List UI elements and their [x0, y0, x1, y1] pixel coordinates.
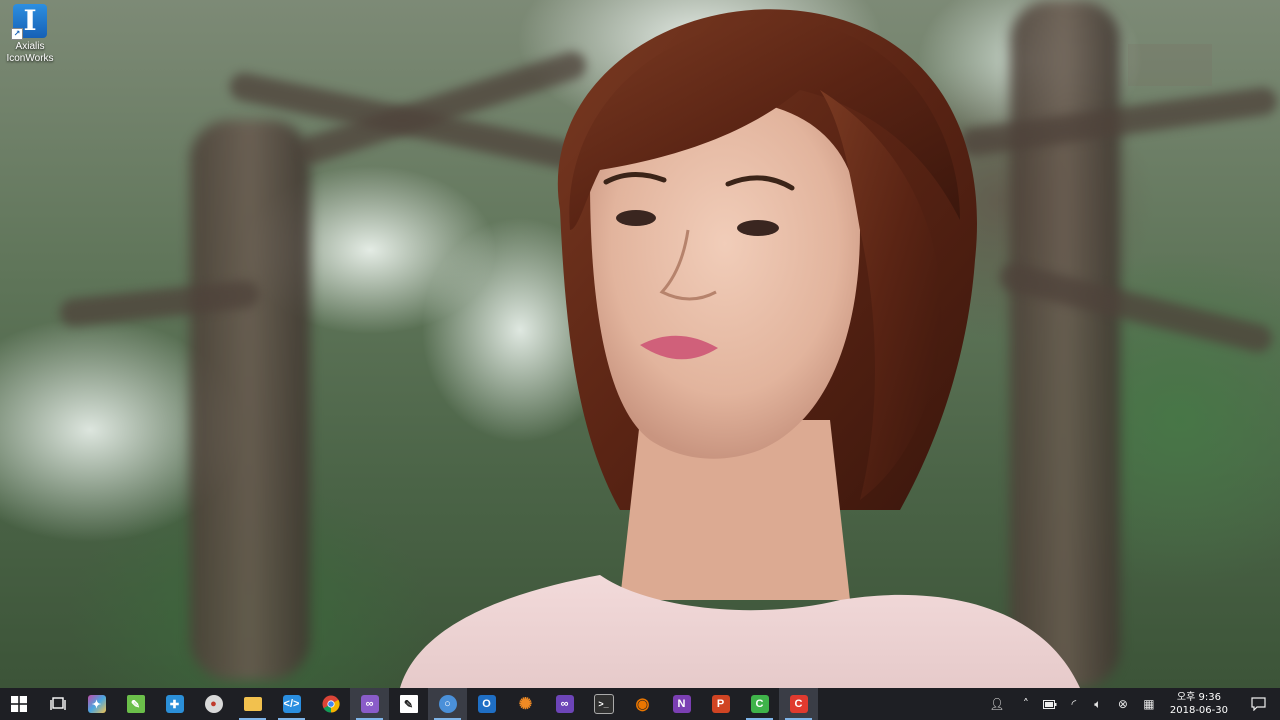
action-center-button[interactable] — [1236, 688, 1280, 720]
taskbar-app-file-explorer[interactable] — [233, 688, 272, 720]
notification-icon — [1250, 697, 1266, 711]
paint-palette-icon: ● — [204, 695, 223, 713]
status-button[interactable]: ⊗ — [1110, 688, 1136, 720]
ime-icon: ▦ — [1143, 697, 1155, 711]
taskbar: ✦ ✎ ✚ ● </> ∞ ✎ ○ O ✺ ∞ >_ ◉ N P C C 👤︎ … — [0, 688, 1280, 720]
portrait-photo — [400, 9, 1080, 688]
blender-icon: ◉ — [635, 696, 650, 713]
taskbar-app-camtasia-green[interactable]: C — [740, 688, 779, 720]
shortcut-arrow-icon: ↗ — [11, 28, 23, 40]
system-tray: 👤︎ ˄ ◜ 🔈︎ ⊗ ▦ 오후 9:36 2018-06-30 — [980, 688, 1280, 720]
clock-time: 오후 9:36 — [1176, 692, 1221, 703]
chevron-up-icon: ˄ — [1022, 697, 1029, 711]
icon-glyph: I — [23, 4, 37, 37]
taskbar-app-visual-studio[interactable]: ∞ — [350, 688, 389, 720]
clock[interactable]: 오후 9:36 2018-06-30 — [1162, 688, 1236, 720]
network-button[interactable]: ◜ — [1062, 688, 1086, 720]
desktop-icon-label: Axialis IconWorks — [6, 41, 54, 64]
sun-gear-icon: ✺ — [518, 696, 533, 713]
taskbar-app-search-app[interactable]: ○ — [428, 688, 467, 720]
volume-button[interactable]: 🔈︎ — [1086, 688, 1110, 720]
taskbar-app-blender[interactable]: ◉ — [623, 688, 662, 720]
show-hidden-icons-button[interactable]: ˄ — [1014, 688, 1038, 720]
desktop-wallpaper — [0, 0, 1280, 688]
puzzle-icon: ✚ — [165, 695, 184, 713]
battery-icon — [1042, 699, 1057, 709]
taskbar-app-visual-studio-2[interactable]: ∞ — [545, 688, 584, 720]
ime-button[interactable]: ▦ — [1136, 688, 1162, 720]
taskbar-app-orange-app[interactable]: ✺ — [506, 688, 545, 720]
note-pen-icon: ✎ — [399, 695, 418, 713]
taskbar-app-blue-app[interactable]: ✚ — [155, 688, 194, 720]
axialis-iconworks-icon: I ↗ — [11, 4, 47, 40]
c-red-icon: C — [789, 695, 808, 713]
magnifier-app-icon: ○ — [438, 695, 457, 713]
palette-app-icon: ✦ — [87, 695, 106, 713]
outlook-icon: O — [477, 695, 496, 713]
taskbar-app-notepad-plus[interactable]: ✎ — [116, 688, 155, 720]
terminal-icon: >_ — [593, 694, 614, 714]
taskbar-app-chrome[interactable] — [311, 688, 350, 720]
c-green-icon: C — [750, 695, 769, 713]
speaker-icon: 🔈︎ — [1094, 696, 1102, 711]
notepad-icon: ✎ — [126, 695, 145, 713]
taskbar-app-color-picker[interactable]: ✦ — [77, 688, 116, 720]
close-circle-icon: ⊗ — [1117, 697, 1128, 711]
onenote-icon: N — [672, 695, 691, 713]
taskbar-app-paint-tool[interactable]: ● — [194, 688, 233, 720]
taskbar-app-onenote[interactable]: N — [662, 688, 701, 720]
taskbar-app-sticky-app[interactable]: ✎ — [389, 688, 428, 720]
taskbar-app-outlook[interactable]: O — [467, 688, 506, 720]
vscode-icon: </> — [282, 695, 301, 713]
powerpoint-icon: P — [711, 695, 730, 713]
visual-studio-icon: ∞ — [555, 695, 574, 713]
taskbar-app-camtasia-red[interactable]: C — [779, 688, 818, 720]
taskbar-app-terminal[interactable]: >_ — [584, 688, 623, 720]
wifi-icon: ◜ — [1071, 697, 1077, 711]
task-view-button[interactable] — [38, 688, 77, 720]
visual-studio-icon: ∞ — [360, 695, 379, 713]
chrome-icon — [322, 695, 340, 713]
task-view-icon — [49, 697, 66, 710]
people-button[interactable]: 👤︎ — [980, 688, 1014, 720]
start-button[interactable] — [0, 688, 38, 720]
clock-date: 2018-06-30 — [1169, 705, 1228, 716]
desktop-icon-axialis-iconworks[interactable]: I ↗ Axialis IconWorks — [4, 4, 56, 65]
windows-logo-icon — [11, 696, 27, 712]
battery-button[interactable] — [1038, 688, 1062, 720]
taskbar-app-vs-code[interactable]: </> — [272, 688, 311, 720]
folder-icon — [243, 697, 262, 711]
taskbar-app-powerpoint[interactable]: P — [701, 688, 740, 720]
wallpaper-rectangle — [1128, 44, 1212, 86]
people-icon: 👤︎ — [989, 697, 1005, 711]
